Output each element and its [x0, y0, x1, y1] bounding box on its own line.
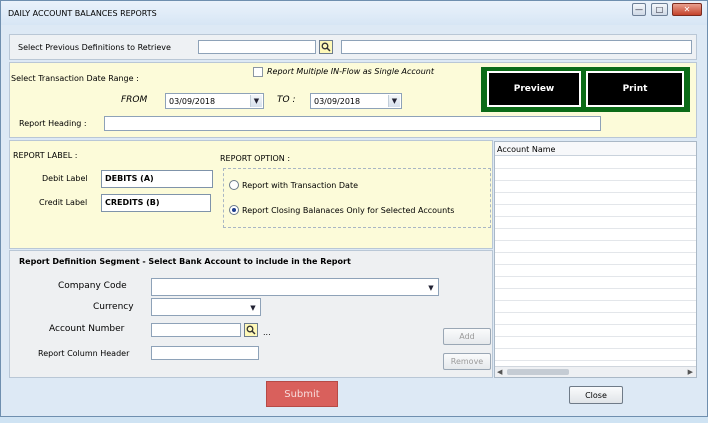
print-button[interactable]: Print — [586, 71, 684, 107]
transaction-date-radio[interactable] — [229, 180, 239, 190]
from-date-value: 03/09/2018 — [169, 97, 216, 106]
close-window-button[interactable]: ✕ — [672, 3, 702, 16]
report-window: DAILY ACCOUNT BALANCES REPORTS — □ ✕ Sel… — [0, 0, 708, 417]
multiple-inflow-checkbox[interactable] — [253, 67, 263, 77]
currency-select[interactable]: ▼ — [151, 298, 261, 316]
company-code-select[interactable]: ▼ — [151, 278, 439, 296]
chevron-down-icon: ▼ — [250, 304, 256, 312]
company-code-label: Company Code — [58, 281, 127, 291]
window-title: DAILY ACCOUNT BALANCES REPORTS — [8, 9, 157, 18]
grid-row[interactable] — [495, 265, 696, 277]
grid-row[interactable] — [495, 349, 696, 361]
account-name-column-header[interactable]: Account Name — [497, 145, 555, 154]
grid-row[interactable] — [495, 217, 696, 229]
grid-row[interactable] — [495, 205, 696, 217]
debit-label-input[interactable]: DEBITS (A) — [101, 170, 213, 188]
grid-header: Account Name — [495, 142, 696, 156]
maximize-icon: □ — [655, 5, 664, 14]
date-range-panel: Select Transaction Date Range : Report M… — [9, 62, 697, 138]
date-range-label: Select Transaction Date Range : — [11, 74, 139, 83]
submit-button[interactable]: Submit — [266, 381, 338, 407]
report-settings-panel: REPORT LABEL : Debit Label DEBITS (A) Cr… — [9, 140, 493, 249]
grid-row[interactable] — [495, 157, 696, 169]
account-number-input[interactable] — [151, 323, 241, 337]
scrollbar-thumb[interactable] — [507, 369, 569, 375]
multiple-inflow-label: Report Multiple IN-Flow as Single Accoun… — [267, 67, 434, 76]
closing-balances-radio[interactable] — [229, 205, 239, 215]
definition-description-field[interactable] — [341, 40, 692, 54]
from-date-picker[interactable]: 03/09/2018 ▼ — [165, 93, 264, 109]
grid-row[interactable] — [495, 169, 696, 181]
search-icon — [321, 42, 331, 52]
report-option-group: Report with Transaction Date Report Clos… — [223, 168, 491, 228]
to-date-value: 03/09/2018 — [314, 97, 361, 106]
chevron-down-icon: ▼ — [250, 95, 262, 107]
grid-row[interactable] — [495, 229, 696, 241]
report-label-title: REPORT LABEL : — [13, 151, 78, 160]
credit-label-caption: Credit Label — [39, 198, 88, 207]
grid-row[interactable] — [495, 241, 696, 253]
minimize-icon: — — [635, 5, 643, 14]
report-option-title: REPORT OPTION : — [220, 154, 291, 163]
report-heading-label: Report Heading : — [19, 119, 87, 128]
remove-button[interactable]: Remove — [443, 353, 491, 370]
scroll-left-icon[interactable]: ◀ — [497, 368, 502, 376]
account-search-button[interactable] — [244, 323, 258, 337]
segment-title: Report Definition Segment - Select Bank … — [19, 257, 351, 266]
grid-row[interactable] — [495, 289, 696, 301]
definition-search-button[interactable] — [319, 40, 333, 54]
closing-balances-option-label: Report Closing Balanaces Only for Select… — [242, 206, 455, 215]
currency-label: Currency — [93, 302, 134, 312]
preview-button[interactable]: Preview — [487, 71, 581, 107]
debit-label-caption: Debit Label — [42, 174, 88, 183]
retrieve-panel: Select Previous Definitions to Retrieve — [9, 34, 697, 60]
grid-row[interactable] — [495, 313, 696, 325]
scroll-right-icon[interactable]: ▶ — [688, 368, 693, 376]
account-grid[interactable]: Account Name ◀ ▶ — [494, 141, 697, 378]
transaction-date-option-label: Report with Transaction Date — [242, 181, 359, 190]
grid-row[interactable] — [495, 337, 696, 349]
column-header-label: Report Column Header — [38, 349, 130, 358]
to-date-picker[interactable]: 03/09/2018 ▼ — [310, 93, 402, 109]
close-button[interactable]: Close — [569, 386, 623, 404]
grid-row[interactable] — [495, 253, 696, 265]
account-more-link[interactable]: ... — [263, 328, 271, 337]
grid-row[interactable] — [495, 325, 696, 337]
chevron-down-icon: ▼ — [388, 95, 400, 107]
credit-label-input[interactable]: CREDITS (B) — [101, 194, 211, 212]
grid-row[interactable] — [495, 277, 696, 289]
action-frame: Preview Print — [481, 67, 690, 112]
minimize-button[interactable]: — — [632, 3, 646, 16]
definition-input[interactable] — [198, 40, 316, 54]
grid-row[interactable] — [495, 181, 696, 193]
retrieve-label: Select Previous Definitions to Retrieve — [18, 43, 171, 52]
maximize-button[interactable]: □ — [651, 3, 668, 16]
account-number-label: Account Number — [49, 324, 125, 334]
definition-segment-panel: Report Definition Segment - Select Bank … — [9, 250, 493, 378]
column-header-input[interactable] — [151, 346, 259, 360]
to-label: TO : — [277, 95, 296, 105]
from-label: FROM — [121, 95, 148, 105]
horizontal-scrollbar[interactable]: ◀ ▶ — [495, 366, 696, 377]
grid-row[interactable] — [495, 301, 696, 313]
grid-row[interactable] — [495, 193, 696, 205]
search-icon — [246, 325, 256, 335]
add-button[interactable]: Add — [443, 328, 491, 345]
title-bar: DAILY ACCOUNT BALANCES REPORTS — □ ✕ — [1, 1, 707, 25]
chevron-down-icon: ▼ — [428, 284, 434, 292]
close-icon: ✕ — [683, 5, 691, 14]
report-heading-input[interactable] — [104, 116, 601, 131]
